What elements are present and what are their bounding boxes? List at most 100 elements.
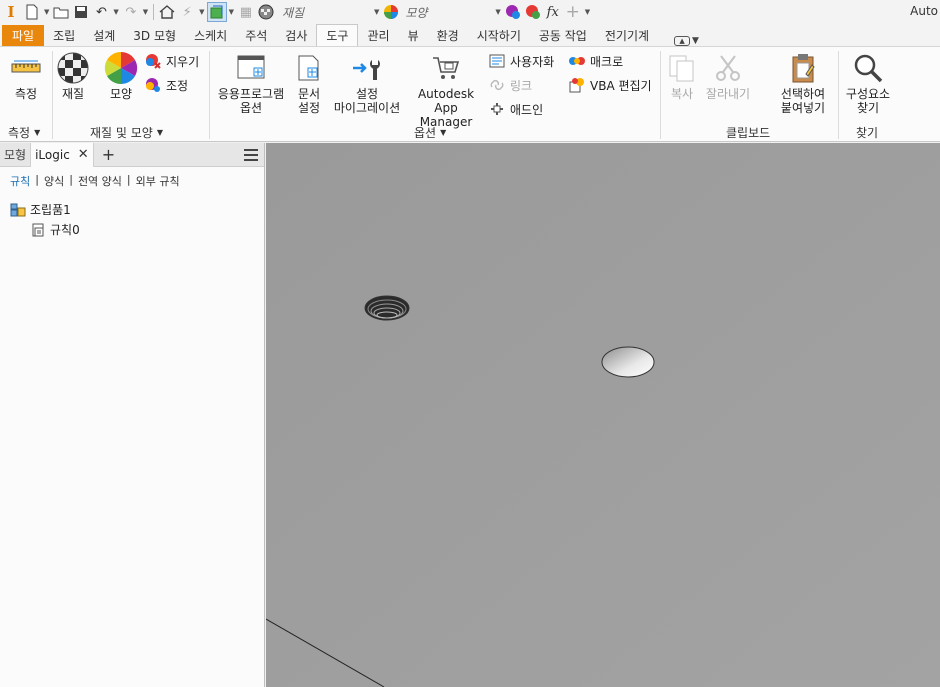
add-tab-icon[interactable]: +: [102, 145, 115, 164]
select-dropdown-icon[interactable]: ▼: [229, 8, 234, 16]
scissors-icon: [711, 51, 745, 85]
customize-button[interactable]: 사용자화: [488, 51, 554, 71]
tab-collaborate[interactable]: 공동 작업: [530, 25, 596, 46]
color-wheel-icon: [104, 51, 138, 85]
save-icon[interactable]: [71, 2, 91, 22]
document-settings-button[interactable]: 문서 설정: [292, 51, 326, 115]
app-logo[interactable]: I: [0, 3, 22, 21]
clear-appearance-icon[interactable]: [523, 2, 543, 22]
tab-tools[interactable]: 도구: [316, 24, 359, 46]
tab-annotate[interactable]: 주석: [236, 25, 276, 46]
clipboard-panel-label: 클립보드: [726, 126, 771, 140]
assembly-icon: [10, 203, 26, 217]
migrate-settings-button[interactable]: 설정 마이그레이션: [330, 51, 404, 115]
material-combo[interactable]: 재질: [276, 2, 372, 22]
tab-electromechanical[interactable]: 전기기계: [596, 25, 658, 46]
clear-icon: [144, 53, 162, 69]
app-manager-button[interactable]: Autodesk App Manager: [408, 51, 484, 129]
add-ins-button[interactable]: 애드인: [488, 99, 543, 119]
undo-dropdown-icon[interactable]: ▼: [113, 8, 118, 16]
open-folder-icon[interactable]: [51, 2, 71, 22]
quick-access-toolbar: I ▼ ↶ ▼ ↷ ▼ ⚡ ▼ ▼ ▦ 재질 ▼ 모양 ▼ fx + ▼ Aut…: [0, 0, 940, 24]
browser-menu-icon[interactable]: [244, 148, 258, 161]
tree-node-rule[interactable]: 규칙0: [30, 221, 80, 238]
tab-manage[interactable]: 관리: [358, 25, 398, 46]
subtab-external-rules[interactable]: 외부 규칙: [136, 173, 180, 189]
find-panel-label: 찾기: [856, 126, 879, 140]
tab-file[interactable]: 파일: [2, 25, 45, 46]
subtab-rules[interactable]: 규칙: [10, 173, 30, 189]
paste-special-button[interactable]: 선택하여 붙여넣기: [772, 51, 834, 115]
viewport-scene: [266, 143, 940, 687]
ruler-icon: [9, 51, 43, 85]
vba-editor-button[interactable]: VBA 편집기: [568, 75, 652, 95]
cut-button[interactable]: 잘라내기: [702, 51, 754, 101]
appearance-button[interactable]: 모양: [102, 51, 140, 101]
update-dropdown-icon[interactable]: ▼: [199, 8, 204, 16]
project-icon[interactable]: ▦: [236, 2, 256, 22]
customize-icon: [488, 53, 506, 69]
redo-dropdown-icon[interactable]: ▼: [143, 8, 148, 16]
link-button[interactable]: 링크: [488, 75, 532, 95]
tab-inspect[interactable]: 검사: [276, 25, 316, 46]
material-panel-expand-icon: ▼: [156, 128, 163, 137]
measure-panel-expand-icon: ▼: [34, 128, 41, 137]
clear-button[interactable]: 지우기: [144, 51, 199, 71]
material-combo-dropdown-icon[interactable]: ▼: [374, 8, 379, 16]
tab-design[interactable]: 설계: [84, 25, 124, 46]
tab-3d-model[interactable]: 3D 모형: [124, 25, 185, 46]
ribbon-display-toggle[interactable]: ▲ ▼: [674, 36, 699, 46]
tree-node-assembly[interactable]: 조립품1: [10, 201, 71, 218]
fx-parameters-icon[interactable]: fx: [543, 2, 563, 22]
select-tool-icon[interactable]: [206, 2, 227, 22]
tab-sketch[interactable]: 스케치: [185, 25, 236, 46]
tab-get-started[interactable]: 시작하기: [468, 25, 530, 46]
threaded-hole[interactable]: [364, 295, 410, 321]
vba-editor-icon: [568, 77, 586, 93]
tab-assemble[interactable]: 조립: [44, 25, 84, 46]
application-options-icon: [234, 51, 268, 85]
undo-icon[interactable]: ↶: [91, 2, 111, 22]
link-icon: [488, 77, 506, 93]
material-panel-label[interactable]: 재질 및 모양 ▼: [90, 124, 163, 141]
options-panel-expand-icon: ▼: [440, 128, 447, 137]
browser-tab-ilogic[interactable]: iLogic ✕: [30, 142, 94, 167]
new-dropdown-icon[interactable]: ▼: [44, 8, 49, 16]
material-button[interactable]: 재질: [54, 51, 92, 101]
macros-button[interactable]: 매크로: [568, 51, 623, 71]
material-checker-icon[interactable]: [256, 2, 276, 22]
application-options-button[interactable]: 응용프로그램 옵션: [214, 51, 288, 115]
subtab-forms[interactable]: 양식: [44, 173, 64, 189]
redo-icon[interactable]: ↷: [121, 2, 141, 22]
macro-icon: [568, 53, 586, 69]
new-file-icon[interactable]: [22, 2, 42, 22]
measure-button[interactable]: 측정: [8, 51, 44, 101]
options-panel-label[interactable]: 옵션 ▼: [414, 124, 446, 141]
document-settings-icon: [292, 51, 326, 85]
graphics-viewport[interactable]: [266, 143, 940, 687]
update-icon[interactable]: ⚡: [177, 2, 197, 22]
customize-qat-dropdown-icon[interactable]: ▼: [585, 8, 590, 16]
close-tab-icon[interactable]: ✕: [78, 147, 89, 162]
appearance-combo[interactable]: 모양: [401, 2, 493, 22]
material-checker-icon: [56, 51, 90, 85]
puzzle-plus-icon: [488, 101, 506, 117]
adjust-appearance-icon[interactable]: [503, 2, 523, 22]
measure-panel-label[interactable]: 측정 ▼: [8, 124, 40, 141]
copy-button[interactable]: 복사: [664, 51, 700, 101]
shopping-cart-icon: [429, 51, 463, 85]
simple-hole[interactable]: [601, 346, 655, 378]
find-component-button[interactable]: 구성요소 찾기: [842, 51, 894, 115]
browser-tab-model[interactable]: 모형: [0, 143, 30, 167]
appearance-combo-dropdown-icon[interactable]: ▼: [495, 8, 500, 16]
subtab-global-forms[interactable]: 전역 양식: [78, 173, 122, 189]
add-icon[interactable]: +: [563, 2, 583, 22]
appearance-ball-icon[interactable]: [381, 2, 401, 22]
ribbon-minimize-icon: ▲: [674, 36, 691, 46]
adjust-icon: [144, 77, 162, 93]
home-icon[interactable]: [157, 2, 177, 22]
ribbon-tabs: 파일 조립 설계 3D 모형 스케치 주석 검사 도구 관리 뷰 환경 시작하기…: [0, 24, 940, 46]
tab-environments[interactable]: 환경: [428, 25, 468, 46]
tab-view[interactable]: 뷰: [399, 25, 428, 46]
adjust-button[interactable]: 조정: [144, 75, 188, 95]
